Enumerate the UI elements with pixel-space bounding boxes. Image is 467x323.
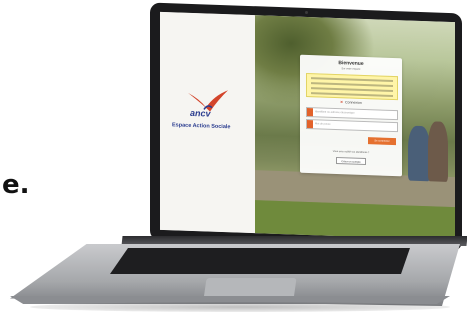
connect-button[interactable]: Se connecter [368,137,396,146]
password-field[interactable]: Mot de passe [306,118,398,133]
login-card: Bienvenue Sur votre espace ✕ Connexion Id… [300,54,402,177]
bird-logo-icon [188,90,228,112]
notice-text-line [311,87,393,92]
grass [255,200,455,241]
create-account-button[interactable]: Créer un compte [336,156,366,166]
notice-text-line [311,92,393,97]
info-notice [306,72,398,101]
brand-logo-text: ancv [190,107,211,119]
person-silhouette [428,121,448,182]
password-placeholder: Mot de passe [315,122,331,126]
laptop-shadow [30,302,450,312]
laptop: ancv Espace Action Sociale Bienvenue Sur… [0,0,467,323]
laptop-screen: ancv Espace Action Sociale Bienvenue Sur… [160,11,455,241]
connect-heading: ✕ Connexion [340,100,362,105]
brand-tagline: Espace Action Sociale [172,122,231,131]
notice-text-line [311,77,393,82]
username-field[interactable]: Identifiant ou adresse électronique [306,106,398,121]
forgot-credentials-link[interactable]: Vous avez oublié vos identifiants ? [300,149,402,156]
camera [305,11,308,14]
keyboard [110,248,410,274]
lock-icon [307,119,313,129]
username-placeholder: Identifiant ou adresse électronique [315,110,355,115]
user-icon [307,107,313,117]
notice-text-line [311,82,393,87]
person-silhouette [408,125,430,182]
brand-panel: ancv Espace Action Sociale [160,11,255,234]
close-icon: ✕ [340,100,344,105]
